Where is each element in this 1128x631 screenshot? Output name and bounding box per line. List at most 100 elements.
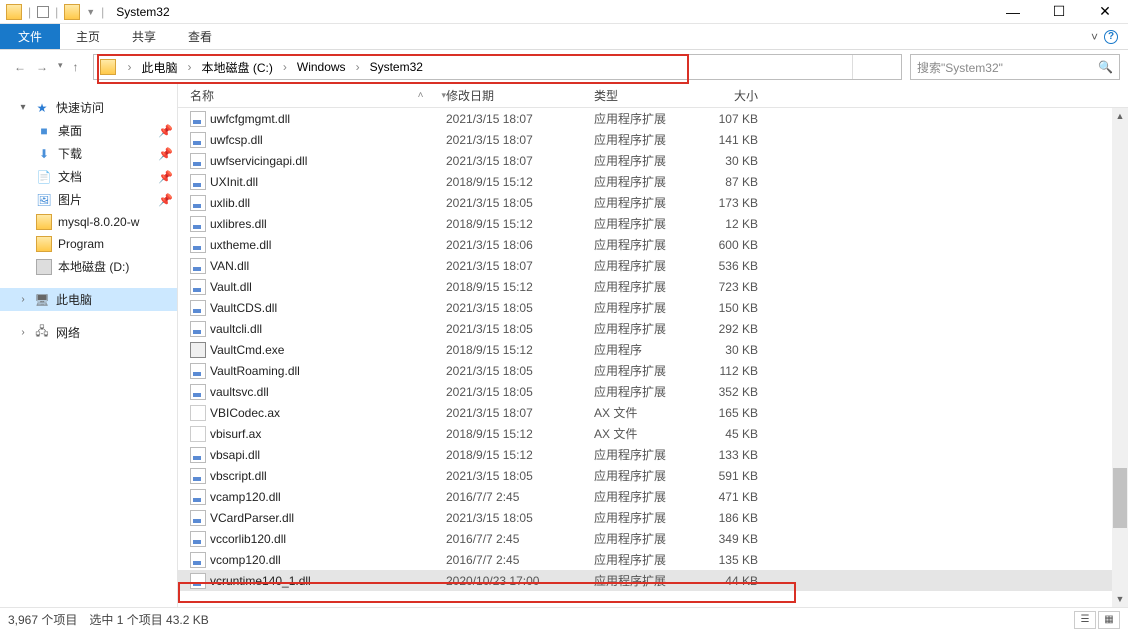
col-size-header[interactable]: 大小 (688, 87, 768, 104)
file-type: 应用程序扩展 (594, 278, 688, 295)
file-size: 536 KB (688, 259, 768, 273)
nav-quick-item[interactable]: 📄文档📌 (0, 165, 177, 188)
file-size: 186 KB (688, 511, 768, 525)
scrollbar[interactable]: ▲ ▼ (1112, 108, 1128, 607)
nav-quick-item[interactable]: ⬇下载📌 (0, 142, 177, 165)
up-button[interactable]: ↑ (73, 60, 79, 74)
file-row[interactable]: vaultcli.dll2021/3/15 18:05应用程序扩展292 KB (178, 318, 1128, 339)
file-row[interactable]: vcomp120.dll2016/7/7 2:45应用程序扩展135 KB (178, 549, 1128, 570)
chevron-right-icon[interactable]: › (18, 327, 28, 338)
recent-dropdown-icon[interactable]: ▾ (58, 60, 63, 74)
file-row[interactable]: vbsapi.dll2018/9/15 15:12应用程序扩展133 KB (178, 444, 1128, 465)
file-date: 2020/10/23 17:00 (446, 574, 594, 588)
breadcrumb[interactable]: Windows (293, 60, 350, 74)
file-row[interactable]: uxtheme.dll2021/3/15 18:06应用程序扩展600 KB (178, 234, 1128, 255)
file-row[interactable]: vcamp120.dll2016/7/7 2:45应用程序扩展471 KB (178, 486, 1128, 507)
file-size: 173 KB (688, 196, 768, 210)
pic-icon: 🖼 (36, 192, 52, 208)
file-row[interactable]: uwfservicingapi.dll2021/3/15 18:07应用程序扩展… (178, 150, 1128, 171)
file-row[interactable]: vccorlib120.dll2016/7/7 2:45应用程序扩展349 KB (178, 528, 1128, 549)
maximize-button[interactable]: ☐ (1036, 0, 1082, 24)
chevron-right-icon[interactable]: › (182, 60, 198, 74)
file-row[interactable]: uxlib.dll2021/3/15 18:05应用程序扩展173 KB (178, 192, 1128, 213)
file-row[interactable]: vbscript.dll2021/3/15 18:05应用程序扩展591 KB (178, 465, 1128, 486)
file-row[interactable]: VaultRoaming.dll2021/3/15 18:05应用程序扩展112… (178, 360, 1128, 381)
dll-icon (190, 216, 206, 232)
file-row[interactable]: VAN.dll2021/3/15 18:07应用程序扩展536 KB (178, 255, 1128, 276)
file-name: Vault.dll (210, 280, 446, 294)
file-size: 150 KB (688, 301, 768, 315)
file-row[interactable]: VaultCDS.dll2021/3/15 18:05应用程序扩展150 KB (178, 297, 1128, 318)
file-type: 应用程序扩展 (594, 362, 688, 379)
file-row[interactable]: vaultsvc.dll2021/3/15 18:05应用程序扩展352 KB (178, 381, 1128, 402)
dll-icon (190, 573, 206, 589)
file-tab[interactable]: 文件 (0, 24, 60, 49)
file-name: vccorlib120.dll (210, 532, 446, 546)
view-details-button[interactable]: ☰ (1074, 611, 1096, 629)
dll-icon (190, 384, 206, 400)
tab-home[interactable]: 主页 (60, 24, 116, 49)
file-row[interactable]: VCardParser.dll2021/3/15 18:05应用程序扩展186 … (178, 507, 1128, 528)
file-size: 30 KB (688, 343, 768, 357)
file-type: 应用程序扩展 (594, 236, 688, 253)
address-bar[interactable]: › 此电脑 › 本地磁盘 (C:) › Windows › System32 (93, 54, 902, 80)
file-row[interactable]: uxlibres.dll2018/9/15 15:12应用程序扩展12 KB (178, 213, 1128, 234)
file-row[interactable]: uwfcfgmgmt.dll2021/3/15 18:07应用程序扩展107 K… (178, 108, 1128, 129)
back-button[interactable]: ← (14, 60, 26, 74)
file-date: 2021/3/15 18:07 (446, 112, 594, 126)
nav-quick-item[interactable]: Program (0, 233, 177, 255)
nav-quick-item[interactable]: mysql-8.0.20-w (0, 211, 177, 233)
chevron-right-icon[interactable]: › (122, 60, 138, 74)
chevron-down-icon[interactable]: ▾ (18, 102, 28, 113)
file-name: UXInit.dll (210, 175, 446, 189)
file-size: 349 KB (688, 532, 768, 546)
col-name-header[interactable]: 名称 ˄ ▾ (190, 87, 446, 104)
file-row[interactable]: Vault.dll2018/9/15 15:12应用程序扩展723 KB (178, 276, 1128, 297)
chevron-right-icon[interactable]: › (18, 294, 28, 305)
tab-view[interactable]: 查看 (172, 24, 228, 49)
file-row[interactable]: VBICodec.ax2021/3/15 18:07AX 文件165 KB (178, 402, 1128, 423)
ribbon: 文件 主页 共享 查看 ˅ ? (0, 24, 1128, 50)
file-row[interactable]: VaultCmd.exe2018/9/15 15:12应用程序30 KB (178, 339, 1128, 360)
file-date: 2021/3/15 18:07 (446, 133, 594, 147)
nav-quick-access[interactable]: ▾ ★ 快速访问 (0, 96, 177, 119)
qat-dropdown-icon[interactable]: ▼ (86, 7, 95, 17)
nav-quick-item[interactable]: 本地磁盘 (D:) (0, 255, 177, 278)
chevron-right-icon[interactable]: › (277, 60, 293, 74)
search-input[interactable]: 搜索"System32" 🔍 (910, 54, 1120, 80)
file-row[interactable]: vcruntime140_1.dll2020/10/23 17:00应用程序扩展… (178, 570, 1128, 591)
chevron-right-icon[interactable]: › (350, 60, 366, 74)
file-type: 应用程序扩展 (594, 467, 688, 484)
file-name: uwfcfgmgmt.dll (210, 112, 446, 126)
dll-icon (190, 468, 206, 484)
ribbon-expand-icon[interactable]: ˅ (1091, 30, 1098, 44)
scroll-thumb[interactable] (1113, 468, 1127, 528)
file-row[interactable]: uwfcsp.dll2021/3/15 18:07应用程序扩展141 KB (178, 129, 1128, 150)
file-date: 2021/3/15 18:07 (446, 259, 594, 273)
minimize-button[interactable]: — (990, 0, 1036, 24)
breadcrumb[interactable]: 本地磁盘 (C:) (198, 59, 277, 76)
breadcrumb[interactable]: 此电脑 (138, 59, 182, 76)
file-size: 133 KB (688, 448, 768, 462)
col-type-header[interactable]: 类型 (594, 87, 688, 104)
nav-quick-item[interactable]: 🖼图片📌 (0, 188, 177, 211)
forward-button[interactable]: → (36, 60, 48, 74)
nav-this-pc[interactable]: › 🖥 此电脑 (0, 288, 177, 311)
search-icon: 🔍 (1098, 60, 1113, 74)
view-thumbnails-button[interactable]: ▦ (1098, 611, 1120, 629)
help-icon[interactable]: ? (1104, 30, 1118, 44)
qat-checkbox-icon[interactable] (37, 6, 49, 18)
nav-network[interactable]: › 🖧 网络 (0, 321, 177, 344)
scroll-down-icon[interactable]: ▼ (1112, 591, 1128, 607)
nav-quick-item[interactable]: ■桌面📌 (0, 119, 177, 142)
col-date-header[interactable]: 修改日期 (446, 87, 594, 104)
file-row[interactable]: UXInit.dll2018/9/15 15:12应用程序扩展87 KB (178, 171, 1128, 192)
status-item-count: 3,967 个项目 (8, 611, 77, 628)
ax-icon (190, 405, 206, 421)
nav-label: 图片 (58, 191, 82, 208)
scroll-up-icon[interactable]: ▲ (1112, 108, 1128, 124)
close-button[interactable]: ✕ (1082, 0, 1128, 24)
tab-share[interactable]: 共享 (116, 24, 172, 49)
breadcrumb[interactable]: System32 (366, 60, 427, 74)
file-row[interactable]: vbisurf.ax2018/9/15 15:12AX 文件45 KB (178, 423, 1128, 444)
